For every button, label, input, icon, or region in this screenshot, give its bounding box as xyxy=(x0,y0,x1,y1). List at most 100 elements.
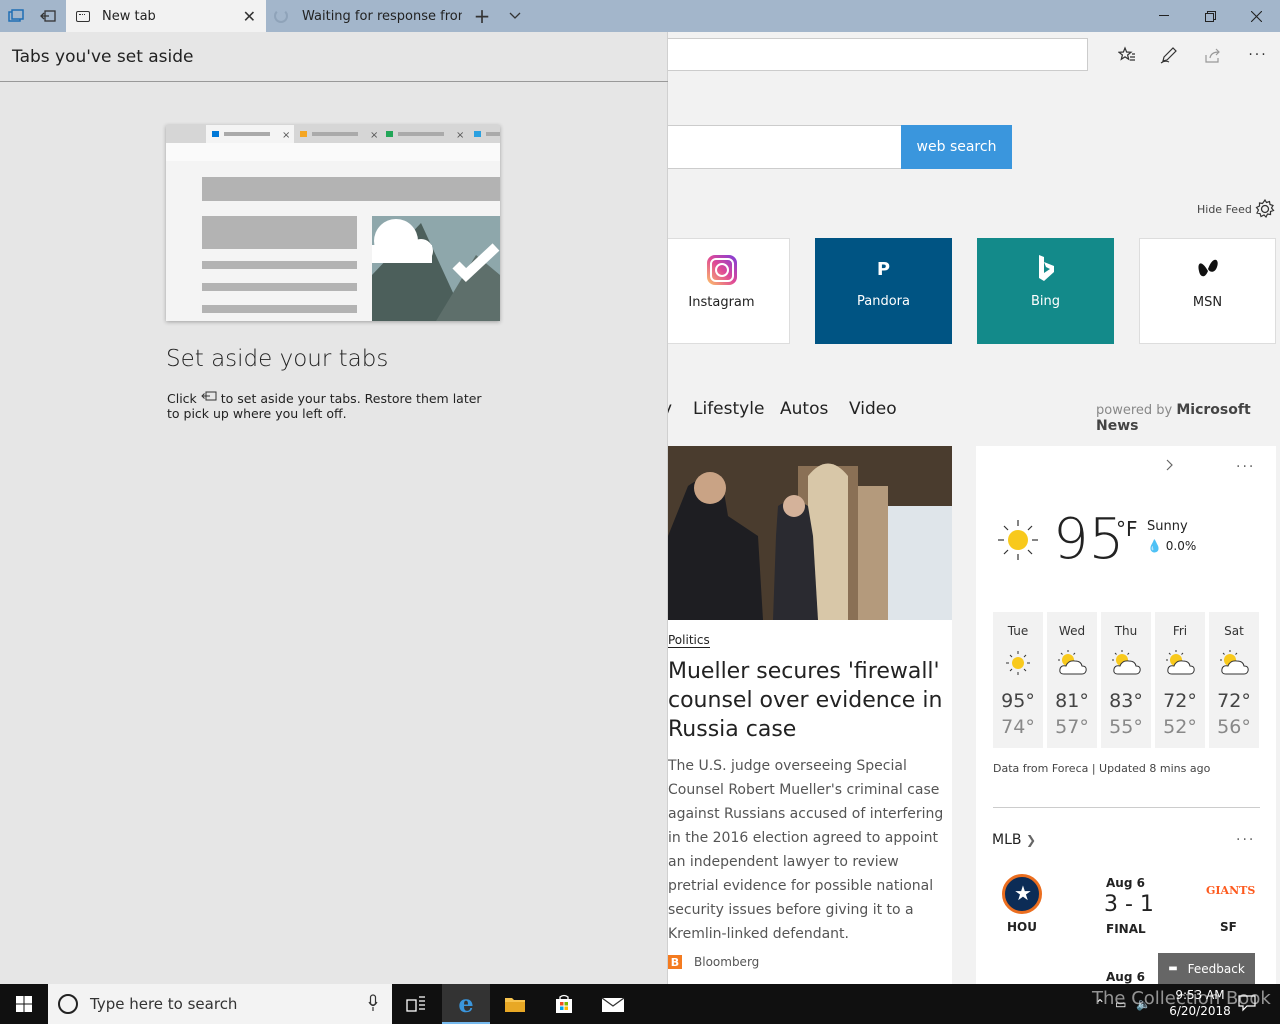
news-nav-item-autos[interactable]: Autos xyxy=(780,399,828,419)
tile-label: Instagram xyxy=(688,295,755,310)
article-source-label: Bloomberg xyxy=(694,955,760,969)
article-image[interactable] xyxy=(668,446,952,620)
new-tab-plus-icon[interactable]: + xyxy=(470,0,494,32)
weather-condition: Sunny xyxy=(1147,519,1188,534)
partly-cloudy-icon xyxy=(1101,644,1151,682)
more-options-icon[interactable]: ··· xyxy=(1247,44,1269,66)
tab-loading[interactable]: Waiting for response from S xyxy=(266,0,464,32)
forecast-low: 55° xyxy=(1109,716,1143,738)
feedback-button[interactable]: ▬ Feedback xyxy=(1158,953,1255,984)
temperature-unit: °F xyxy=(1116,517,1138,541)
edge-browser-icon[interactable]: e xyxy=(442,984,490,1024)
file-explorer-icon[interactable] xyxy=(491,984,539,1024)
forecast-day[interactable]: Thu 83° 55° xyxy=(1101,612,1151,748)
address-bar[interactable] xyxy=(668,38,1088,71)
powered-by-label: powered by Microsoft News xyxy=(1096,402,1280,434)
tile-label: Pandora xyxy=(857,294,910,309)
gear-icon[interactable] xyxy=(1255,198,1275,224)
forecast-low: 56° xyxy=(1217,716,1251,738)
forecast-day[interactable]: Sat 72° 56° xyxy=(1209,612,1259,748)
set-aside-tabs-icon[interactable] xyxy=(36,0,60,32)
forecast-day[interactable]: Fri 72° 52° xyxy=(1155,612,1205,748)
svg-text:×: × xyxy=(456,130,464,141)
bloomberg-logo-icon: B xyxy=(668,955,682,969)
precipitation-value: 0.0% xyxy=(1165,539,1197,553)
away-team: SF xyxy=(1220,920,1237,934)
forecast-day-name: Tue xyxy=(1007,624,1029,638)
restore-icon[interactable] xyxy=(1187,0,1233,32)
web-note-pen-icon[interactable] xyxy=(1158,44,1180,66)
set-aside-description: Click to set aside your tabs. Restore th… xyxy=(167,391,497,421)
divider xyxy=(0,81,668,82)
tile-pandora[interactable]: P Pandora xyxy=(815,238,952,344)
feedback-label: Feedback xyxy=(1187,961,1245,976)
close-window-icon[interactable] xyxy=(1233,0,1279,32)
mlb-more-icon[interactable]: ··· xyxy=(1236,832,1255,848)
microphone-icon[interactable] xyxy=(368,994,378,1016)
tabs-aside-icon[interactable] xyxy=(4,0,28,32)
hide-feed-link[interactable]: Hide Feed xyxy=(1197,203,1252,216)
share-icon[interactable] xyxy=(1202,44,1224,66)
news-nav-item-lifestyle[interactable]: Lifestyle xyxy=(693,399,764,419)
close-tab-icon[interactable]: ✕ xyxy=(243,7,256,26)
favorites-star-icon[interactable] xyxy=(1116,44,1138,66)
mlb-title: MLB xyxy=(992,832,1022,848)
article-category-link[interactable]: Politics xyxy=(668,633,710,648)
astros-logo-icon xyxy=(1002,874,1042,914)
bing-icon xyxy=(1036,254,1056,284)
feedback-icon: ▬ xyxy=(1168,963,1178,974)
partly-cloudy-icon xyxy=(1047,644,1097,682)
forecast-day[interactable]: Wed 81° 57° xyxy=(1047,612,1097,748)
home-team: HOU xyxy=(1007,920,1037,934)
web-search-button[interactable]: web search xyxy=(901,125,1012,169)
game-date: Aug 6 xyxy=(1106,876,1145,890)
sun-icon xyxy=(996,518,1040,562)
weather-chevron-right-icon[interactable] xyxy=(1166,459,1174,475)
forecast-high: 72° xyxy=(1217,690,1251,712)
tab-preview-chevron-down-icon[interactable] xyxy=(503,0,527,32)
tab-label: New tab xyxy=(102,8,156,24)
minimize-icon[interactable] xyxy=(1141,0,1187,32)
store-icon[interactable] xyxy=(540,984,588,1024)
svg-text:×: × xyxy=(370,130,378,141)
tile-instagram[interactable]: Instagram xyxy=(653,238,790,344)
taskbar-search-input[interactable]: Type here to search xyxy=(48,984,392,1024)
forecast-day-name: Fri xyxy=(1172,624,1188,638)
mail-icon[interactable] xyxy=(589,984,637,1024)
tile-msn[interactable]: MSN xyxy=(1139,238,1276,344)
partly-cloudy-icon xyxy=(1209,644,1259,682)
weather-more-icon[interactable]: ··· xyxy=(1236,459,1255,475)
panel-title: Tabs you've set aside xyxy=(12,47,194,67)
taskbar: Type here to search e ⌃ ▭ 🔈 9:53 AM 6/20… xyxy=(0,984,1280,1024)
tile-bing[interactable]: Bing xyxy=(977,238,1114,344)
taskbar-search-placeholder: Type here to search xyxy=(90,995,238,1013)
set-aside-illustration: × × × xyxy=(166,125,500,321)
tab-label: Waiting for response from S xyxy=(302,8,462,24)
task-view-icon[interactable] xyxy=(392,984,440,1024)
article-title[interactable]: Mueller secures 'firewall' counsel over … xyxy=(668,657,948,744)
article-source[interactable]: B Bloomberg xyxy=(668,955,759,969)
powered-prefix: powered by xyxy=(1096,403,1173,418)
pandora-icon: P xyxy=(876,258,891,280)
current-temperature: 95 xyxy=(1053,507,1125,572)
mlb-link[interactable]: MLB ❯ xyxy=(992,832,1036,848)
web-search-input[interactable] xyxy=(668,125,902,169)
svg-text:×: × xyxy=(282,130,290,141)
giants-logo-icon: GIANTS xyxy=(1206,884,1256,897)
forecast-day[interactable]: Tue 95° 74° xyxy=(993,612,1043,748)
game-status: FINAL xyxy=(1106,922,1146,936)
tile-label: MSN xyxy=(1192,295,1223,310)
tab-new-tab[interactable]: New tab ✕ xyxy=(66,0,266,32)
windows-start-icon[interactable] xyxy=(0,984,48,1024)
watermark-text: The Collection Book xyxy=(1092,988,1271,1009)
new-tab-favicon-icon xyxy=(76,10,90,22)
forecast-high: 83° xyxy=(1109,690,1143,712)
chevron-right-icon: ❯ xyxy=(1025,833,1036,847)
set-aside-heading: Set aside your tabs xyxy=(166,346,389,372)
tile-label: Bing xyxy=(1030,294,1061,309)
news-nav-item-video[interactable]: Video xyxy=(849,399,897,419)
forecast-high: 72° xyxy=(1163,690,1197,712)
title-bar: New tab ✕ Waiting for response from S + xyxy=(0,0,1280,32)
game-score[interactable]: 3 - 1 xyxy=(1104,892,1154,917)
divider xyxy=(993,807,1260,808)
